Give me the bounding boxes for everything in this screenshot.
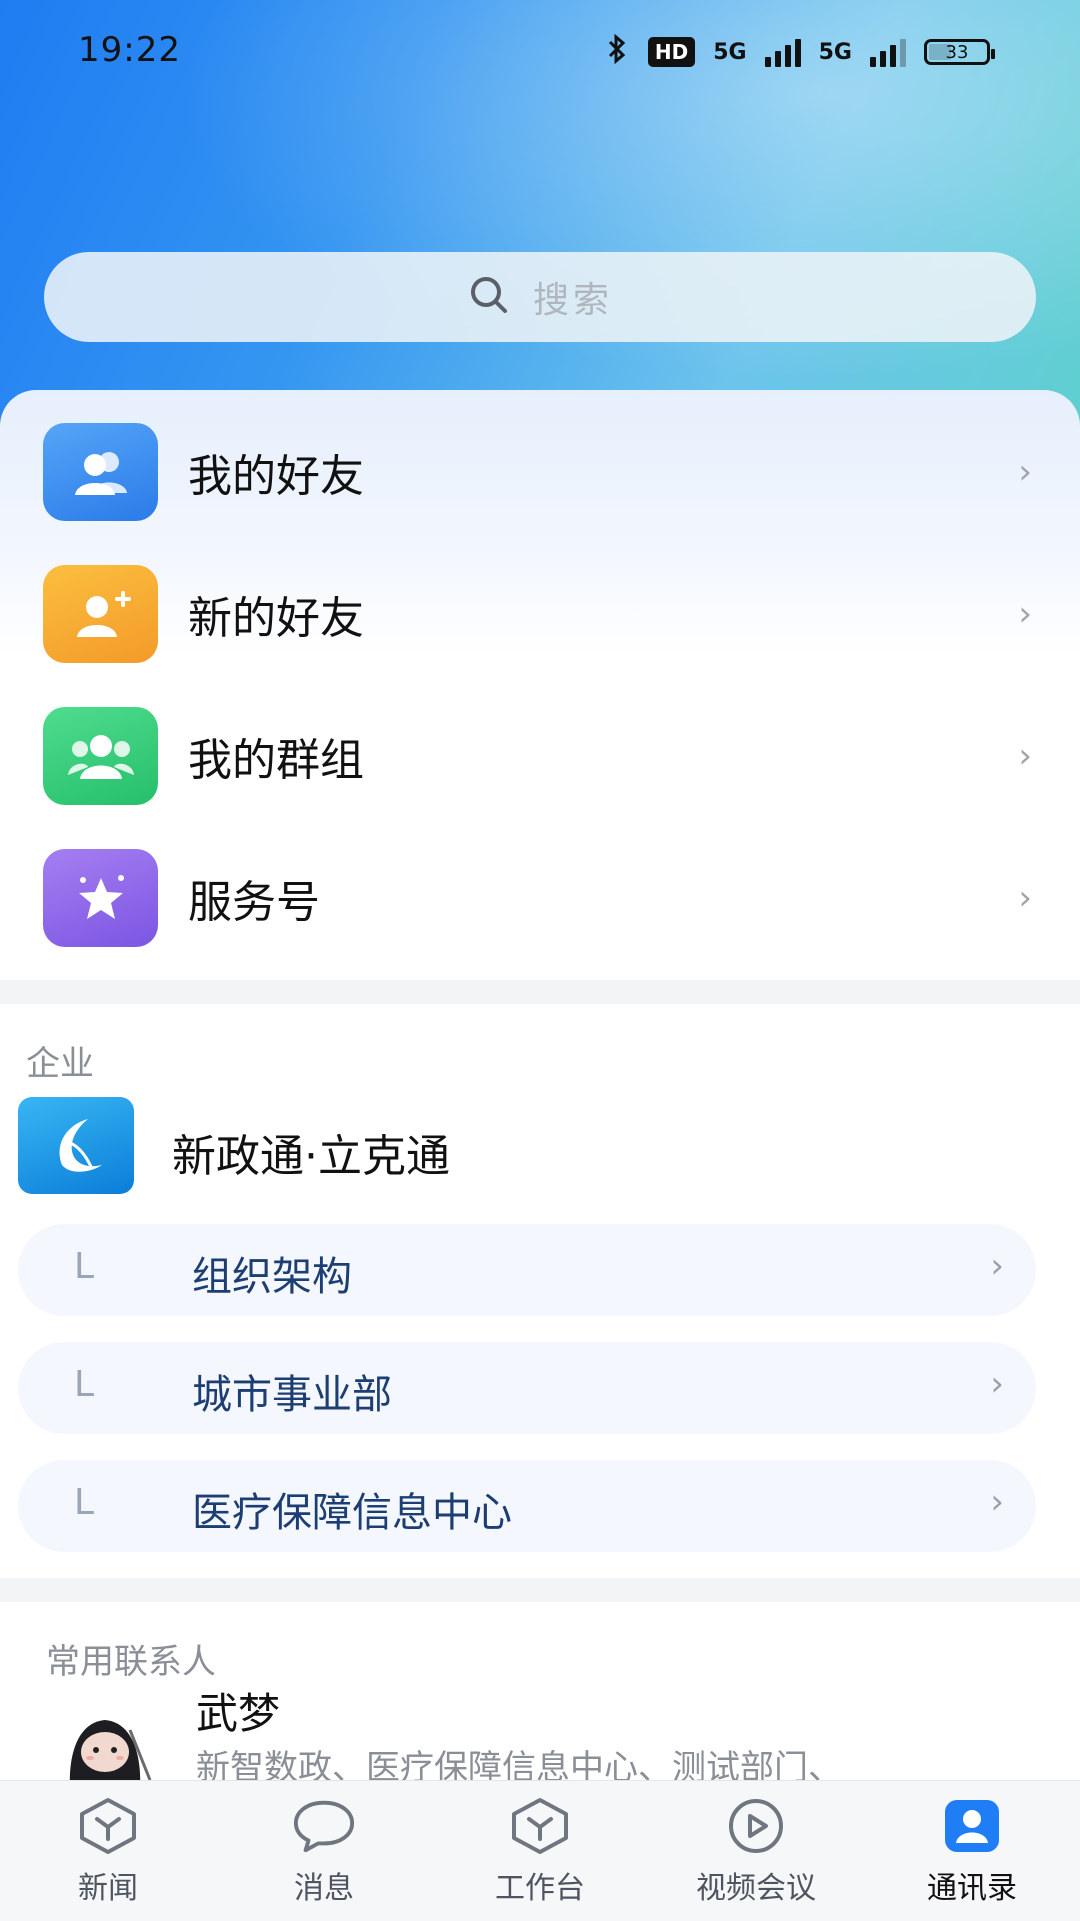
tab-label: 视频会议 [696,1871,816,1906]
network-5g-label: 5G [713,39,747,65]
tab-label: 消息 [294,1871,354,1906]
menu-item-service-accounts[interactable]: 服务号 › [0,838,1080,958]
avatar[interactable] [50,1700,160,1790]
network-5g-label-2: 5G [818,39,852,65]
bottom-tab-bar: 新闻 消息 工作台 视频会议 通讯录 [0,1780,1080,1921]
add-friend-icon [43,565,158,663]
video-meeting-icon [724,1797,788,1855]
tab-contacts[interactable]: 通讯录 [864,1781,1080,1921]
org-item-label: 医疗保障信息中心 [192,1490,512,1536]
section-divider [0,1578,1080,1602]
bluetooth-icon [604,33,630,70]
menu-item-my-friends[interactable]: 我的好友 › [0,412,1080,532]
tab-news[interactable]: 新闻 [0,1781,216,1921]
org-item-city-division[interactable]: L 城市事业部 › [18,1342,1036,1434]
menu-item-my-groups[interactable]: 我的群组 › [0,696,1080,816]
chevron-right-icon: › [990,1482,1004,1522]
search-icon [467,273,511,321]
org-item-label: 城市事业部 [192,1372,392,1418]
menu-label: 服务号 [188,877,320,928]
section-divider [0,980,1080,1004]
chevron-right-icon: › [1018,594,1032,634]
signal-icon [764,37,801,67]
group-icon [43,707,158,805]
workbench-icon [508,1797,572,1855]
friends-icon [43,423,158,521]
contacts-menu-panel: 我的好友 › 新的好友 › 我的群组 › 服务号 › [0,390,1080,980]
section-title-frequent-contacts: 常用联系人 [46,1642,216,1682]
tab-label: 工作台 [495,1871,585,1906]
chevron-right-icon: › [990,1246,1004,1286]
tab-video-meeting[interactable]: 视频会议 [648,1781,864,1921]
tab-label: 通讯录 [927,1871,1017,1906]
status-bar: 19:22 HD 5G 5G 33 [0,0,1080,104]
hd-icon: HD [647,37,696,67]
org-item-structure[interactable]: L 组织架构 › [18,1224,1036,1316]
contacts-icon [940,1797,1004,1855]
news-icon [76,1797,140,1855]
tab-label: 新闻 [78,1871,138,1906]
org-item-label: 组织架构 [192,1254,352,1300]
org-item-prefix: L [74,1246,95,1287]
search-bar[interactable]: 搜索 [44,252,1036,342]
org-item-medical-center[interactable]: L 医疗保障信息中心 › [18,1460,1036,1552]
contact-name[interactable]: 武梦 [196,1680,280,1741]
company-logo [18,1097,134,1194]
chevron-right-icon: › [1018,878,1032,918]
search-placeholder: 搜索 [532,280,613,321]
tab-messages[interactable]: 消息 [216,1781,432,1921]
menu-label: 我的好友 [188,451,364,502]
menu-label: 新的好友 [188,593,364,644]
status-icons: HD 5G 5G 33 [604,33,995,70]
menu-label: 我的群组 [188,735,364,786]
section-title-enterprise: 企业 [26,1044,94,1084]
org-item-prefix: L [74,1364,95,1405]
chevron-right-icon: › [1018,452,1032,492]
tab-workbench[interactable]: 工作台 [432,1781,648,1921]
chevron-right-icon: › [990,1364,1004,1404]
star-service-icon [43,849,158,947]
menu-item-new-friends[interactable]: 新的好友 › [0,554,1080,674]
signal-icon-2 [870,37,906,67]
company-name[interactable]: 新政通·立克通 [172,1120,450,1184]
chevron-right-icon: › [1018,736,1032,776]
status-time: 19:22 [78,30,181,70]
org-item-prefix: L [74,1482,95,1523]
battery-icon: 33 [924,39,995,65]
message-icon [292,1797,356,1855]
